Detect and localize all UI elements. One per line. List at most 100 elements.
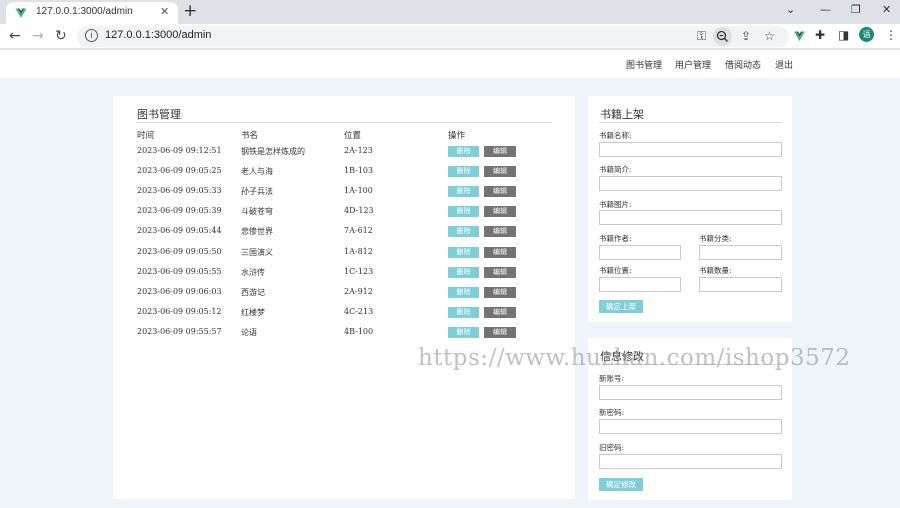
- cell-time: 2023-06-09 09:55:57: [137, 326, 222, 336]
- add-book-panel: 书籍上架 书籍名称: 书籍简介: 书籍图片: 书籍作者: 书籍分类: 书籍位置:…: [588, 96, 792, 322]
- address-url[interactable]: 127.0.0.1:3000/admin: [105, 29, 211, 41]
- table-row: 2023-06-09 09:05:39 斗破苍穹 4D-123 删除 编辑: [137, 206, 577, 226]
- cell-book-name: 斗破苍穹: [241, 207, 273, 217]
- cell-location: 2A-912: [344, 286, 373, 296]
- restore-icon[interactable]: ❐: [851, 3, 861, 17]
- new-password-label: 新密码:: [599, 408, 625, 417]
- reload-icon[interactable]: ↻: [55, 28, 67, 44]
- edit-button[interactable]: 编辑: [484, 306, 516, 318]
- profile-avatar[interactable]: 语: [859, 27, 874, 42]
- new-account-label: 新账号:: [599, 374, 625, 383]
- cell-time: 2023-06-09 09:12:51: [137, 146, 222, 155]
- share-icon[interactable]: ⇪: [741, 29, 751, 43]
- cell-time: 2023-06-09 09:05:39: [137, 206, 222, 216]
- delete-button[interactable]: 删除: [448, 266, 479, 278]
- cell-time: 2023-06-09 09:05:12: [137, 306, 222, 316]
- new-password-input[interactable]: [599, 419, 782, 434]
- edit-button[interactable]: 编辑: [484, 326, 516, 338]
- book-category-label: 书籍分类:: [699, 234, 732, 243]
- column-header-location: 位置: [344, 131, 362, 141]
- delete-button[interactable]: 删除: [448, 186, 479, 198]
- nav-logout[interactable]: 退出: [775, 58, 793, 71]
- nav-book-management[interactable]: 图书管理: [626, 58, 662, 71]
- key-icon[interactable]: ⚿: [697, 29, 706, 43]
- cell-time: 2023-06-09 09:06:03: [137, 286, 222, 296]
- cell-book-name: 悲惨世界: [241, 227, 273, 237]
- forward-icon[interactable]: →: [32, 28, 44, 44]
- browser-menu-icon[interactable]: ⋮: [885, 28, 897, 42]
- cell-location: 1A-812: [344, 246, 373, 256]
- nav-borrow-activity[interactable]: 借阅动态: [725, 58, 761, 71]
- confirm-change-button[interactable]: 确定修改: [599, 478, 643, 491]
- cell-time: 2023-06-09 09:05:33: [137, 186, 222, 196]
- edit-button[interactable]: 编辑: [484, 146, 516, 157]
- delete-button[interactable]: 删除: [448, 146, 479, 157]
- delete-button[interactable]: 删除: [448, 226, 479, 238]
- book-name-input[interactable]: [599, 142, 782, 157]
- book-location-label: 书籍位置:: [599, 266, 632, 275]
- book-author-input[interactable]: [599, 245, 681, 260]
- table-row: 2023-06-09 09:05:25 老人与海 1B-103 删除 编辑: [137, 166, 577, 186]
- divider: [599, 122, 782, 123]
- address-bar[interactable]: i 127.0.0.1:3000/admin ⚿ ⇪ ☆: [77, 26, 789, 47]
- book-image-input[interactable]: [599, 210, 782, 225]
- delete-button[interactable]: 删除: [448, 306, 479, 318]
- old-password-input[interactable]: [599, 454, 782, 469]
- edit-button[interactable]: 编辑: [484, 186, 516, 198]
- zoom-icon[interactable]: [713, 27, 732, 46]
- tab-search-chevron-icon[interactable]: ⌄: [786, 3, 795, 17]
- site-info-icon[interactable]: i: [85, 29, 98, 42]
- tab-title: 127.0.0.1:3000/admin: [36, 6, 133, 17]
- minimize-icon[interactable]: —: [820, 3, 831, 17]
- edit-button[interactable]: 编辑: [484, 286, 516, 298]
- new-account-input[interactable]: [599, 385, 782, 400]
- table-row: 2023-06-09 09:55:57 论语 4B-100 删除 编辑: [137, 326, 577, 347]
- cell-location: 1C-123: [344, 266, 374, 276]
- edit-button[interactable]: 编辑: [484, 206, 516, 218]
- back-icon[interactable]: ←: [9, 28, 21, 44]
- tab-close-icon[interactable]: ✕: [160, 5, 169, 19]
- edit-button[interactable]: 编辑: [484, 266, 516, 278]
- book-location-input[interactable]: [599, 277, 681, 292]
- browser-tab[interactable]: 127.0.0.1:3000/admin ✕: [6, 2, 178, 24]
- column-header-actions: 操作: [448, 131, 466, 141]
- vue-devtools-icon[interactable]: [793, 30, 806, 42]
- new-tab-icon[interactable]: +: [183, 1, 197, 21]
- table-row: 2023-06-09 09:05:55 水浒传 1C-123 删除 编辑: [137, 266, 577, 287]
- delete-button[interactable]: 删除: [448, 246, 479, 258]
- delete-button[interactable]: 删除: [448, 206, 479, 218]
- book-intro-label: 书籍简介:: [599, 165, 632, 174]
- vue-logo-icon: [15, 8, 27, 18]
- edit-button[interactable]: 编辑: [484, 226, 516, 238]
- edit-button[interactable]: 编辑: [484, 166, 516, 178]
- cell-book-name: 西游记: [241, 287, 265, 297]
- table-row: 2023-06-09 09:12:51 钢铁是怎样炼成的 2A-123 删除 编辑: [137, 146, 577, 166]
- edit-button[interactable]: 编辑: [484, 246, 516, 258]
- change-info-panel: 信息修改 新账号: 新密码: 旧密码: 确定修改: [588, 338, 792, 500]
- delete-button[interactable]: 删除: [448, 326, 479, 338]
- divider: [599, 364, 782, 365]
- table-row: 2023-06-09 09:05:33 孙子兵法 1A-100 删除 编辑: [137, 186, 577, 206]
- old-password-label: 旧密码:: [599, 443, 625, 452]
- cell-location: 4C-213: [344, 306, 374, 316]
- bookmark-star-icon[interactable]: ☆: [764, 29, 775, 43]
- book-image-label: 书籍图片:: [599, 200, 632, 209]
- book-name-label: 书籍名称:: [599, 131, 632, 140]
- panel-title: 信息修改: [600, 350, 644, 363]
- panel-title: 书籍上架: [600, 108, 644, 121]
- book-intro-input[interactable]: [599, 176, 782, 191]
- cell-book-name: 老人与海: [241, 167, 273, 177]
- side-panel-icon[interactable]: ◨: [838, 28, 849, 42]
- cell-book-name: 孙子兵法: [241, 187, 273, 197]
- window-close-icon[interactable]: ✕: [882, 3, 891, 17]
- delete-button[interactable]: 删除: [448, 286, 479, 298]
- nav-user-management[interactable]: 用户管理: [675, 58, 711, 71]
- book-count-input[interactable]: [699, 277, 782, 292]
- book-category-input[interactable]: [699, 245, 782, 260]
- extensions-icon[interactable]: ✚: [815, 28, 825, 42]
- cell-location: 7A-612: [344, 226, 373, 236]
- admin-page: 图书管理 用户管理 借阅动态 退出 图书管理 时间 书名 位置 操作 2023-…: [0, 50, 900, 508]
- column-header-title: 书名: [241, 131, 259, 141]
- delete-button[interactable]: 删除: [448, 166, 479, 178]
- confirm-add-book-button[interactable]: 确定上架: [599, 300, 643, 313]
